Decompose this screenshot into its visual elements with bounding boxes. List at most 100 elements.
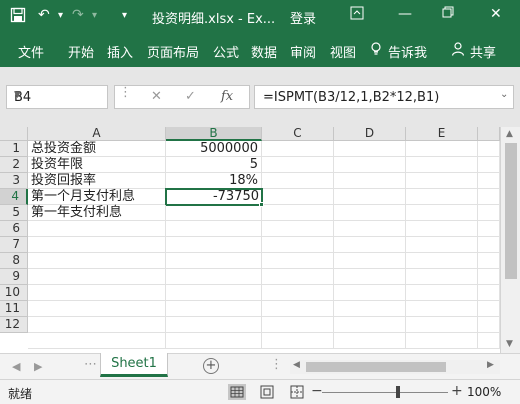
row-header-7[interactable]: 7 bbox=[0, 237, 28, 253]
cell-a5[interactable]: 第一年支付利息 bbox=[28, 205, 166, 221]
empty-cell[interactable] bbox=[478, 237, 500, 253]
tab-data[interactable]: 数据 bbox=[251, 42, 277, 61]
name-box[interactable]: B4 ▼ bbox=[6, 85, 108, 109]
column-header-a[interactable]: A bbox=[28, 127, 166, 141]
empty-cell[interactable] bbox=[166, 301, 262, 317]
row-header-2[interactable]: 2 bbox=[0, 157, 28, 173]
empty-cell[interactable] bbox=[406, 205, 478, 221]
empty-cell[interactable] bbox=[478, 221, 500, 237]
vertical-scrollbar[interactable]: ▲ ▼ bbox=[500, 127, 520, 353]
scroll-up-icon[interactable]: ▲ bbox=[506, 129, 513, 139]
enter-icon[interactable]: ✓ bbox=[185, 89, 196, 104]
empty-cell[interactable] bbox=[406, 301, 478, 317]
sheet-tab-sheet1[interactable]: Sheet1 bbox=[100, 353, 168, 377]
empty-cell[interactable] bbox=[262, 205, 334, 221]
column-header-f[interactable] bbox=[478, 127, 500, 141]
tab-formulas[interactable]: 公式 bbox=[213, 42, 239, 61]
empty-cell[interactable] bbox=[478, 253, 500, 269]
row-header-12[interactable]: 12 bbox=[0, 317, 28, 333]
empty-cell[interactable] bbox=[478, 301, 500, 317]
empty-cell[interactable] bbox=[334, 237, 406, 253]
empty-cell[interactable] bbox=[478, 173, 500, 189]
empty-cell[interactable] bbox=[334, 269, 406, 285]
tab-view[interactable]: 视图 bbox=[330, 42, 356, 61]
empty-cell[interactable] bbox=[262, 317, 334, 333]
empty-cell[interactable] bbox=[28, 285, 166, 301]
scroll-down-icon[interactable]: ▼ bbox=[506, 339, 513, 349]
tab-insert[interactable]: 插入 bbox=[107, 42, 133, 61]
empty-cell[interactable] bbox=[28, 301, 166, 317]
undo-icon[interactable]: ↶ bbox=[38, 7, 50, 23]
column-header-d[interactable]: D bbox=[334, 127, 406, 141]
vertical-scroll-thumb[interactable] bbox=[505, 143, 517, 279]
empty-cell[interactable] bbox=[166, 269, 262, 285]
empty-cell[interactable] bbox=[28, 253, 166, 269]
empty-cell[interactable] bbox=[478, 189, 500, 205]
empty-cell[interactable] bbox=[166, 237, 262, 253]
redo-icon[interactable]: ↷ bbox=[72, 7, 84, 23]
tab-home[interactable]: 开始 bbox=[68, 42, 94, 61]
empty-cell[interactable] bbox=[28, 269, 166, 285]
empty-cell[interactable] bbox=[406, 189, 478, 205]
empty-cell[interactable] bbox=[478, 317, 500, 333]
horizontal-scrollbar[interactable]: ◀ ▶ bbox=[290, 360, 500, 374]
cell-a3[interactable]: 投资回报率 bbox=[28, 173, 166, 189]
empty-cell[interactable] bbox=[334, 141, 406, 157]
restore-icon[interactable] bbox=[442, 6, 454, 22]
scroll-left-icon[interactable]: ◀ bbox=[293, 360, 300, 370]
empty-cell[interactable] bbox=[28, 221, 166, 237]
undo-dropdown-icon[interactable]: ▾ bbox=[58, 10, 63, 21]
normal-view-icon[interactable] bbox=[228, 384, 246, 400]
empty-cell[interactable] bbox=[406, 221, 478, 237]
tab-review[interactable]: 审阅 bbox=[290, 42, 316, 61]
share-button[interactable]: 共享 bbox=[470, 42, 496, 61]
empty-cell[interactable] bbox=[406, 333, 478, 349]
empty-cell[interactable] bbox=[406, 269, 478, 285]
empty-cell[interactable] bbox=[478, 205, 500, 221]
ribbon-display-options-icon[interactable] bbox=[350, 6, 364, 24]
insert-function-icon[interactable]: fx bbox=[221, 89, 233, 104]
name-box-dropdown-icon[interactable]: ▼ bbox=[14, 90, 102, 100]
empty-cell[interactable] bbox=[478, 157, 500, 173]
empty-cell[interactable] bbox=[478, 285, 500, 301]
select-all-corner[interactable] bbox=[0, 127, 28, 141]
tell-me-label[interactable]: 告诉我 bbox=[388, 42, 427, 61]
empty-cell[interactable] bbox=[262, 285, 334, 301]
empty-cell[interactable] bbox=[166, 253, 262, 269]
minimize-icon[interactable]: — bbox=[398, 6, 412, 22]
column-header-b[interactable]: B bbox=[166, 127, 262, 141]
expand-formula-bar-icon[interactable]: ⌄ bbox=[500, 89, 508, 100]
empty-cell[interactable] bbox=[334, 317, 406, 333]
empty-cell[interactable] bbox=[406, 253, 478, 269]
row-header-3[interactable]: 3 bbox=[0, 173, 28, 189]
row-header-9[interactable]: 9 bbox=[0, 269, 28, 285]
customize-toolbar-icon[interactable]: ▾ bbox=[122, 10, 127, 21]
close-icon[interactable]: ✕ bbox=[490, 6, 502, 22]
share-icon[interactable] bbox=[451, 42, 465, 60]
horizontal-scroll-thumb[interactable] bbox=[306, 362, 446, 372]
empty-cell[interactable] bbox=[262, 221, 334, 237]
empty-cell[interactable] bbox=[334, 221, 406, 237]
row-header-6[interactable]: 6 bbox=[0, 221, 28, 237]
redo-dropdown-icon[interactable]: ▾ bbox=[92, 10, 97, 21]
empty-cell[interactable] bbox=[334, 285, 406, 301]
fill-handle[interactable] bbox=[259, 202, 264, 207]
cell-b4-active[interactable]: -73750 bbox=[165, 188, 263, 206]
empty-cell[interactable] bbox=[406, 317, 478, 333]
empty-cell[interactable] bbox=[406, 141, 478, 157]
row-header-10[interactable]: 10 bbox=[0, 285, 28, 301]
empty-cell[interactable] bbox=[406, 237, 478, 253]
add-sheet-icon[interactable]: + bbox=[203, 358, 219, 374]
save-icon[interactable] bbox=[10, 7, 26, 27]
cell-b2[interactable]: 5 bbox=[166, 157, 262, 173]
empty-cell[interactable] bbox=[262, 253, 334, 269]
empty-cell[interactable] bbox=[28, 333, 166, 349]
empty-cell[interactable] bbox=[262, 269, 334, 285]
sheet-next-icon[interactable]: ▶ bbox=[34, 360, 42, 373]
empty-cell[interactable] bbox=[334, 189, 406, 205]
empty-cell[interactable] bbox=[262, 173, 334, 189]
row-header-5[interactable]: 5 bbox=[0, 205, 28, 221]
empty-cell[interactable] bbox=[166, 221, 262, 237]
zoom-slider[interactable] bbox=[322, 392, 448, 393]
empty-cell[interactable] bbox=[166, 205, 262, 221]
